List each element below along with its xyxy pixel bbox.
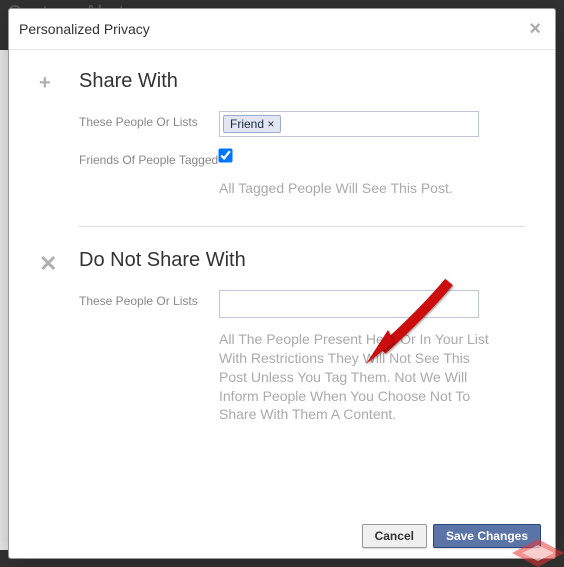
modal-body: + Share With These People Or Lists Frien… [9,50,555,514]
close-icon[interactable]: × [525,19,545,39]
not-share-section: ✕ Do Not Share With These People Or List… [39,249,525,434]
not-share-people-input[interactable] [219,290,479,318]
plus-icon: + [39,70,61,208]
x-icon: ✕ [39,249,61,434]
friend-token[interactable]: Friend × [223,115,281,133]
section-divider [79,226,525,227]
share-people-label: These People Or Lists [79,111,219,129]
share-with-heading: Share With [79,70,525,93]
not-share-info-text: All The People Present Here Or In Your L… [219,330,489,424]
modal-header: Personalized Privacy × [9,9,555,50]
watermark-icon [512,539,564,567]
cancel-button[interactable]: Cancel [362,524,427,548]
friends-tagged-checkbox[interactable] [218,148,232,162]
modal-title: Personalized Privacy [19,21,150,37]
share-info-text: All Tagged People Will See This Post. [219,179,489,198]
share-people-row: These People Or Lists Friend × [79,111,525,137]
not-share-people-row: These People Or Lists [79,290,525,318]
share-people-input[interactable]: Friend × [219,111,479,137]
friends-tagged-row: Friends Of People Tagged [79,149,525,167]
share-with-section: + Share With These People Or Lists Frien… [39,70,525,208]
privacy-modal: Personalized Privacy × + Share With Thes… [8,8,556,559]
not-share-heading: Do Not Share With [79,249,525,272]
friends-tagged-label: Friends Of People Tagged [79,149,219,167]
not-share-people-label: These People Or Lists [79,290,219,308]
modal-footer: Cancel Save Changes [9,514,555,558]
